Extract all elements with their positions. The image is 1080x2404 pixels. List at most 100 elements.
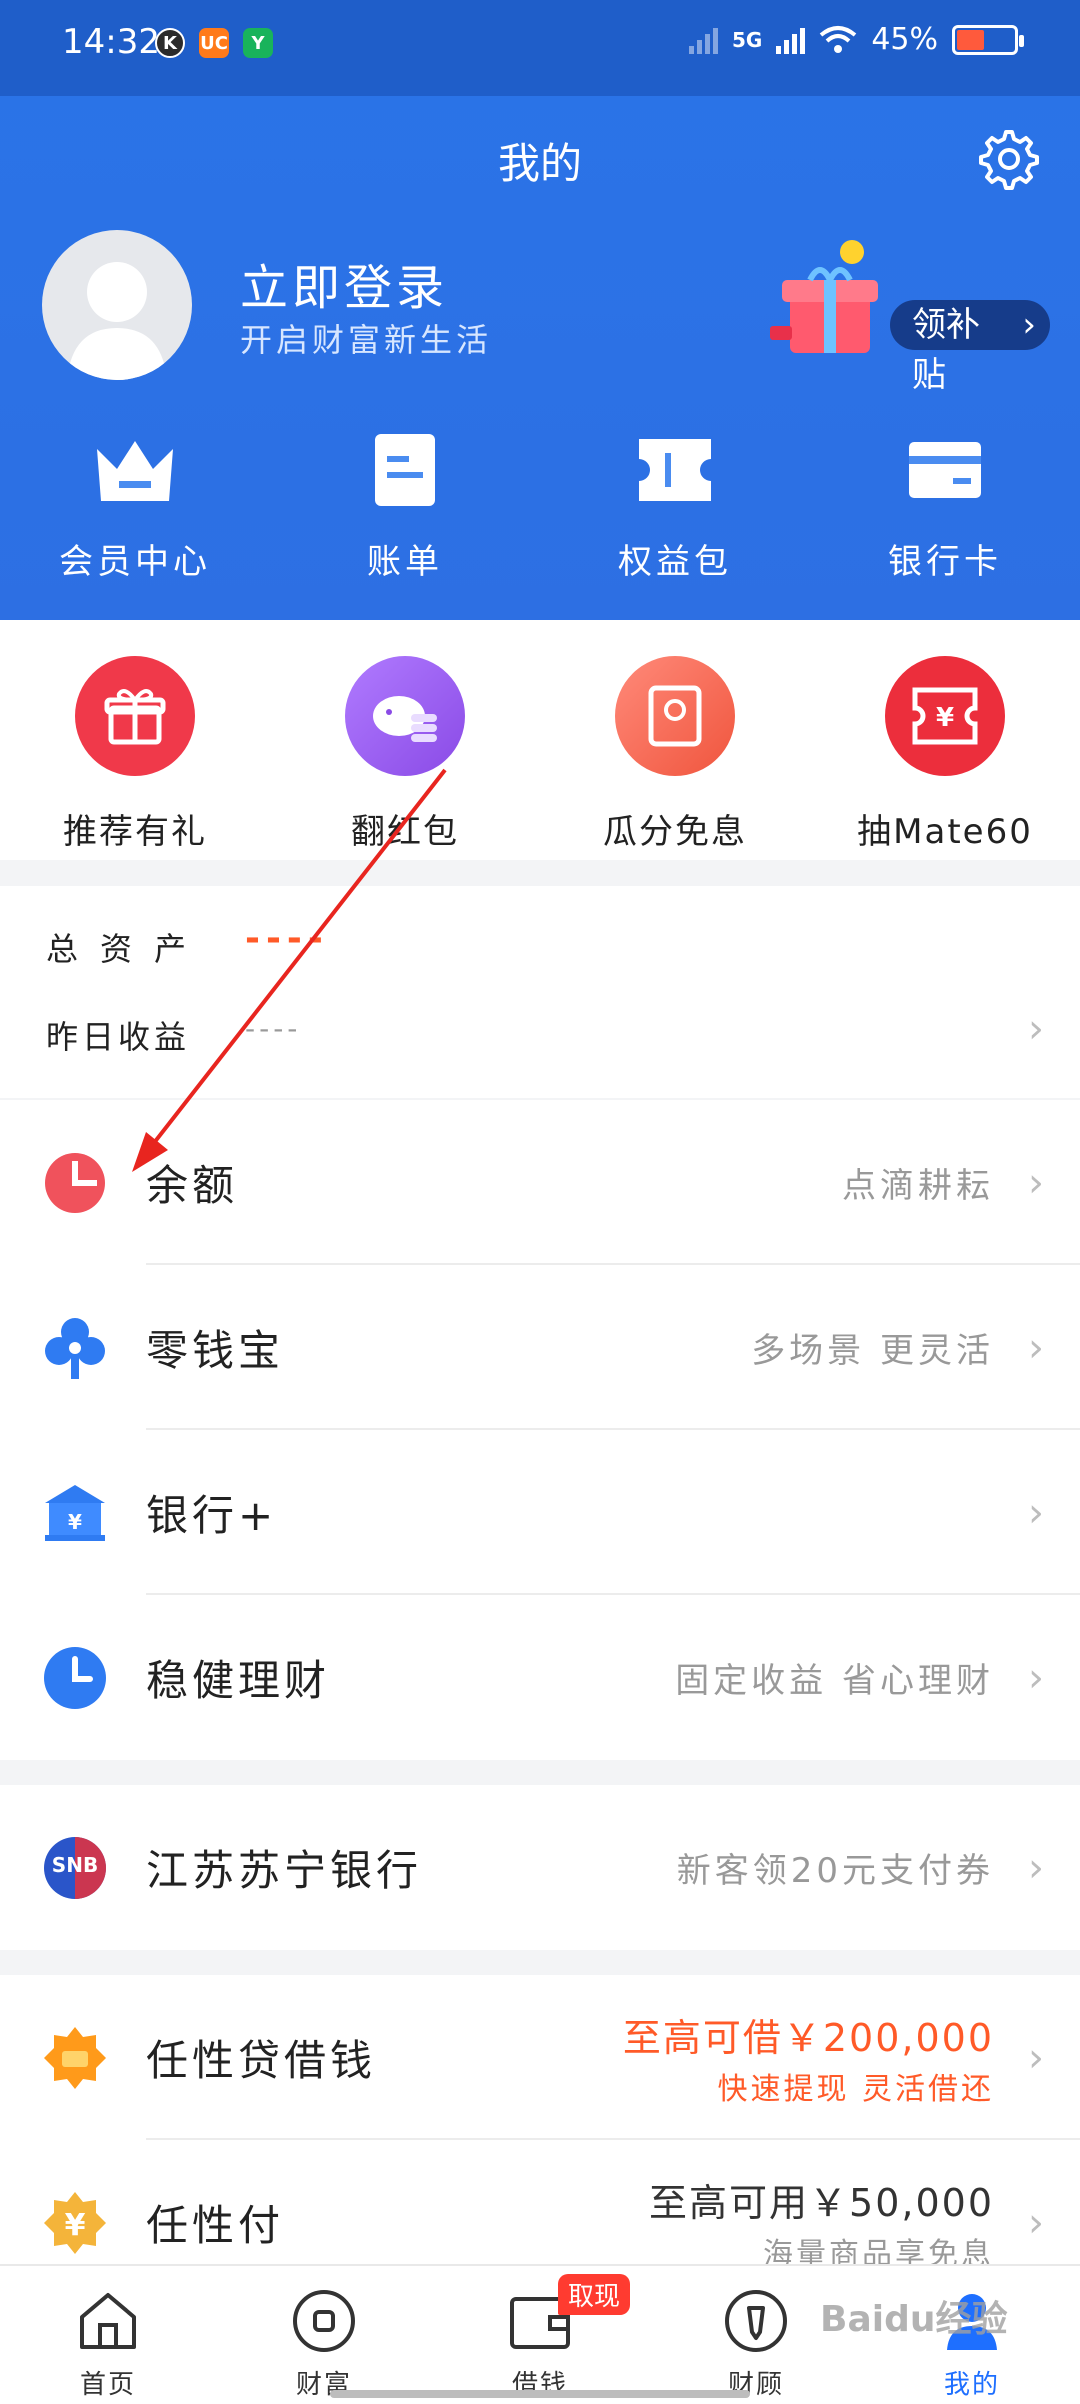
red-envelope-icon [615, 656, 735, 776]
svg-text:¥: ¥ [936, 703, 954, 733]
assets-summary[interactable]: 总资产 ---- 昨日收益 ---- › [0, 886, 1080, 1098]
ticket-icon [630, 430, 720, 510]
notification-video-icon: Y [243, 28, 273, 58]
quick-member-center[interactable]: 会员中心 [0, 430, 270, 583]
chevron-right-icon: › [1022, 305, 1036, 345]
chevron-right-icon: › [1028, 2034, 1044, 2081]
tab-label: 首页 [79, 2370, 136, 2400]
quick-label: 银行卡 [888, 542, 1002, 582]
network-type: 5G [731, 27, 763, 52]
list-item-name: 任性付 [146, 2201, 285, 2250]
quick-label: 账单 [367, 542, 443, 582]
promo-draw-mate60[interactable]: ¥ 抽Mate60 [810, 620, 1080, 860]
quick-actions: 会员中心 账单 权益包 银行卡 [0, 430, 1080, 583]
promo-interest-free[interactable]: 瓜分免息 [540, 620, 810, 860]
chevron-right-icon: › [1028, 1489, 1044, 1536]
list-item-name: 江苏苏宁银行 [146, 1846, 423, 1895]
quick-bill[interactable]: 账单 [270, 430, 540, 583]
wealth-list: 余额 点滴耕耘 › 零钱宝 多场景 更灵活 › ¥ 银行+ › 稳健理财 固定收… [0, 1100, 1080, 1760]
loan-section: 任性贷借钱 至高可借￥200,000 快速提现 灵活借还 › ¥ 任性付 至高可… [0, 1975, 1080, 2275]
status-right: 5G 45% [688, 22, 1024, 57]
watermark: Baidu经验 [820, 2299, 1008, 2340]
promo-red-packet[interactable]: 翻红包 [270, 620, 540, 860]
wealth-icon [289, 2286, 359, 2356]
claim-subsidy-banner[interactable]: 领补贴 › [770, 238, 1050, 395]
total-assets-value: ---- [245, 918, 329, 959]
login-button[interactable]: 立即登录 [240, 248, 448, 318]
loan-quota: 至高可借￥200,000 快速提现 灵活借还 [623, 2007, 994, 2108]
page-title: 我的 [497, 139, 582, 188]
list-item-desc: 多场景 更灵活 [751, 1331, 994, 1371]
promo-referral[interactable]: 推荐有礼 [0, 620, 270, 860]
list-item-jiangsu-suning-bank[interactable]: SNB 江苏苏宁银行 新客领20元支付券 › [0, 1785, 1080, 1950]
login-subtitle: 开启财富新生活 [240, 321, 493, 359]
list-item-name: 银行+ [146, 1491, 278, 1540]
battery-percent: 45% [871, 22, 938, 57]
status-bar: 14:32 K UC Y 5G 45% [0, 0, 1080, 96]
list-item-renxing-loan[interactable]: 任性贷借钱 至高可借￥200,000 快速提现 灵活借还 › [0, 1975, 1080, 2140]
tab-wealth[interactable]: 财富 [216, 2266, 432, 2404]
svg-text:¥: ¥ [68, 1510, 82, 1534]
list-item-name: 零钱宝 [146, 1326, 285, 1375]
default-avatar-icon [67, 262, 167, 380]
snb-logo-text: SNB [51, 1852, 99, 1877]
tab-home[interactable]: 首页 [0, 2266, 216, 2404]
home-icon [73, 2286, 143, 2356]
withdraw-badge: 取现 [558, 2274, 631, 2315]
quick-label: 会员中心 [59, 542, 211, 582]
signal-icon [776, 26, 806, 54]
list-item-name: 余额 [146, 1161, 239, 1210]
coupon-icon: ¥ [885, 656, 1005, 776]
loan-icon [42, 2025, 108, 2091]
app-screen: 14:32 K UC Y 5G 45% 我的 立即登录 开启财富新生活 领补贴 … [0, 0, 1080, 2404]
claim-subsidy-label: 领补贴 › [890, 300, 1050, 395]
clover-icon [42, 1315, 108, 1381]
battery-icon [952, 24, 1024, 55]
list-item-steady-finance[interactable]: 稳健理财 固定收益 省心理财 › [0, 1595, 1080, 1760]
clock-icon [42, 1645, 108, 1711]
promo-label: 推荐有礼 [63, 812, 207, 852]
gift-icon [75, 656, 195, 776]
chevron-right-icon: › [1028, 1654, 1044, 1701]
yesterday-earnings-value: ---- [245, 1012, 302, 1045]
chevron-right-icon: › [1028, 1324, 1044, 1371]
wifi-icon [820, 25, 857, 53]
promo-row: 推荐有礼 翻红包 瓜分免息 ¥ 抽Mate60 [0, 620, 1080, 860]
list-item-name: 稳健理财 [146, 1656, 331, 1705]
loan-quota-note: 快速提现 灵活借还 [717, 2072, 994, 2107]
list-item-desc: 固定收益 省心理财 [675, 1661, 994, 1701]
svg-text:¥: ¥ [65, 2208, 86, 2243]
weak-signal-icon [688, 26, 718, 54]
tab-borrow[interactable]: 借钱 取现 [432, 2266, 648, 2404]
tab-label: 我的 [943, 2370, 1000, 2400]
piggy-bank-icon [345, 656, 465, 776]
list-item-bank-plus[interactable]: ¥ 银行+ › [0, 1430, 1080, 1595]
list-item-desc: 点滴耕耘 [842, 1166, 994, 1206]
snb-logo-icon: SNB [42, 1835, 108, 1901]
loan-quota-amount: 至高可借￥200,000 [622, 2016, 994, 2060]
card-icon [900, 430, 990, 510]
list-item-change-treasure[interactable]: 零钱宝 多场景 更灵活 › [0, 1265, 1080, 1430]
home-indicator [330, 2390, 750, 2398]
yesterday-earnings-label: 昨日收益 [46, 1018, 191, 1056]
bank-section: SNB 江苏苏宁银行 新客领20元支付券 › [0, 1785, 1080, 1950]
pay-quota-amount: 至高可用￥50,000 [649, 2181, 994, 2225]
crown-icon [90, 430, 180, 510]
promo-label: 瓜分免息 [603, 812, 747, 852]
bank-icon: ¥ [42, 1480, 108, 1546]
notification-uc-icon: UC [199, 28, 229, 58]
status-time: 14:32 [62, 22, 160, 62]
list-item-balance[interactable]: 余额 点滴耕耘 › [0, 1100, 1080, 1265]
quick-benefit-pack[interactable]: 权益包 [540, 430, 810, 583]
avatar[interactable] [42, 230, 192, 380]
promo-label: 翻红包 [351, 812, 459, 852]
pay-icon: ¥ [42, 2190, 108, 2256]
pie-chart-icon [42, 1150, 108, 1216]
status-app-icons: K UC Y [155, 28, 273, 58]
settings-gear-icon[interactable] [978, 128, 1040, 190]
quick-label: 权益包 [618, 542, 732, 582]
total-assets-label: 总资产 [46, 930, 209, 968]
quick-bank-card[interactable]: 银行卡 [810, 430, 1080, 583]
chevron-right-icon: › [1028, 1006, 1044, 1052]
battery-level [957, 29, 984, 50]
